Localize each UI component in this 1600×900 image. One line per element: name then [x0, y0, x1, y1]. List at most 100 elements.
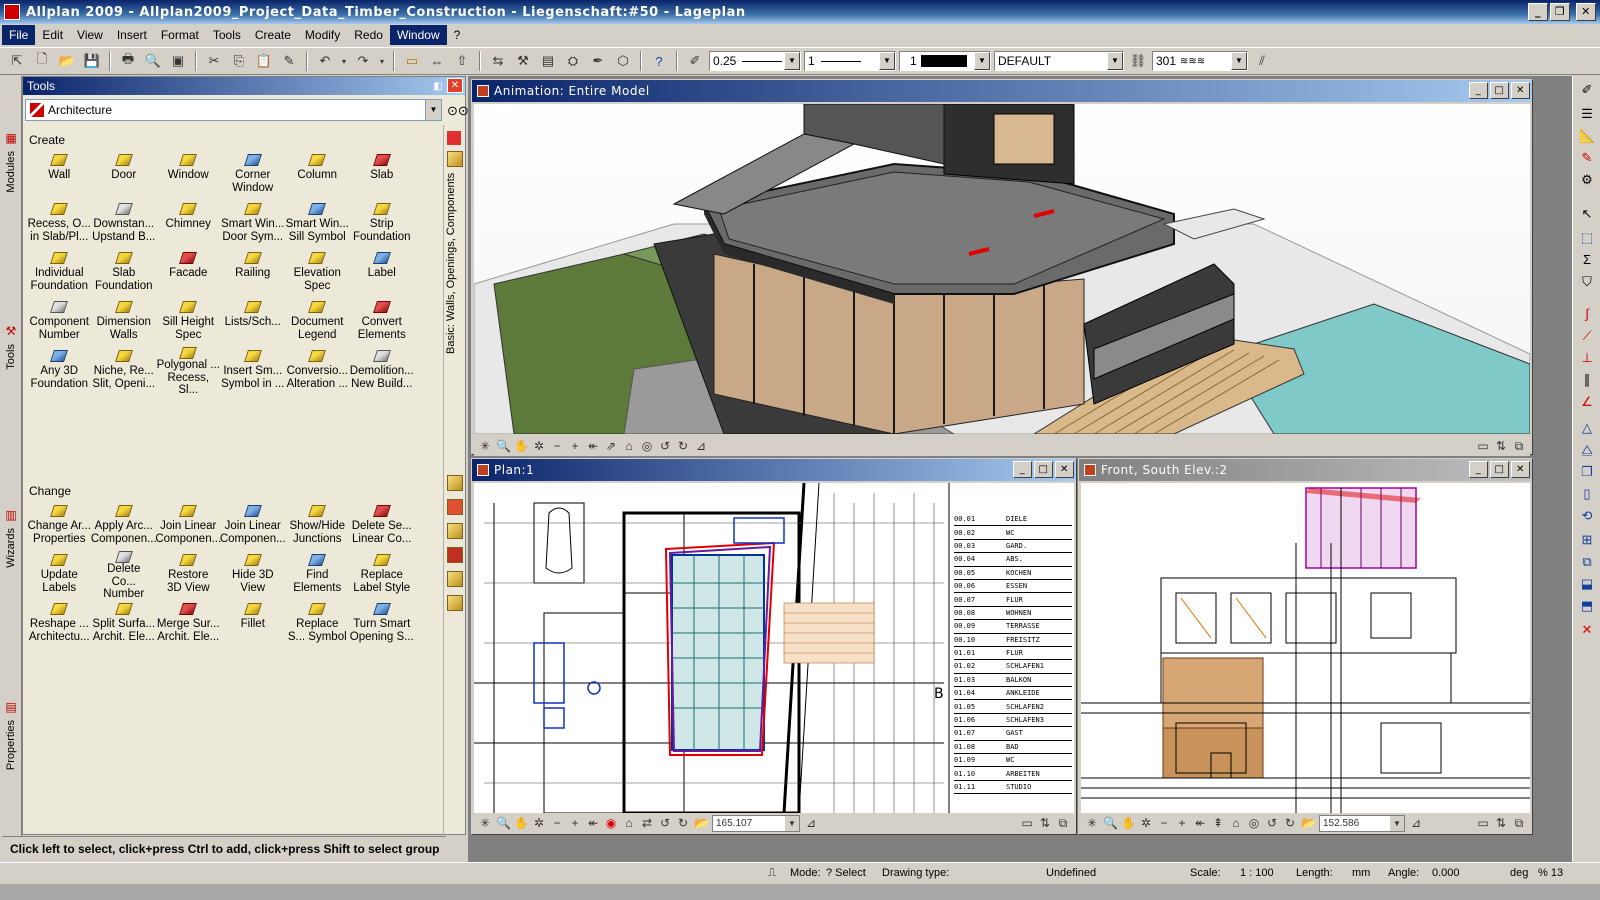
plan-window-titlebar[interactable]: Plan:1 _ □ ✕ [472, 459, 1076, 481]
module-select[interactable]: Architecture ▼ [25, 99, 442, 121]
view-layout-icon[interactable]: ▭ [1476, 816, 1490, 831]
category-roof-icon[interactable] [447, 499, 463, 515]
tool-reshape[interactable]: Reshape ... Architectu... [27, 600, 92, 647]
close-icon[interactable]: ✕ [447, 78, 463, 93]
line-type-select[interactable]: 1 ▼ [804, 51, 896, 71]
rotate-right-icon[interactable]: ↻ [676, 439, 690, 453]
category-walls-icon[interactable] [447, 151, 463, 167]
window-options-icon[interactable]: ⧉ [1512, 816, 1526, 831]
binoculars-icon[interactable]: ⊙⊙ [447, 103, 469, 119]
pen-icon[interactable]: ✒ [587, 50, 609, 72]
print-icon[interactable]: 🖶 [117, 50, 139, 72]
zoom-icon[interactable]: 🔍 [496, 439, 511, 453]
parallel-icon[interactable]: ∥ [1579, 372, 1595, 388]
house-view-icon[interactable]: ⌂ [622, 816, 636, 830]
pattern-select[interactable]: 301 ≋≋≋ ▼ [1152, 51, 1248, 71]
tool-facade[interactable]: Facade [156, 249, 221, 296]
tool-slab[interactable]: Slab [350, 151, 415, 198]
eyedropper-icon[interactable]: ✐ [684, 50, 706, 72]
ruler-icon[interactable]: 📐 [1579, 128, 1595, 144]
drawing-type-value[interactable]: Undefined [1046, 867, 1096, 879]
menu-insert[interactable]: Insert [110, 25, 154, 45]
plot-icon[interactable]: ⛭ [562, 50, 584, 72]
menu-modify[interactable]: Modify [298, 25, 347, 45]
module-icon[interactable]: ⇆ [487, 50, 509, 72]
maximize-button[interactable]: □ [1490, 461, 1509, 478]
move-icon[interactable]: ▯ [1579, 486, 1595, 502]
layer-select[interactable]: DEFAULT ▼ [994, 51, 1124, 71]
help-icon[interactable]: ? [648, 50, 670, 72]
tool-any-3d-foundation[interactable]: Any 3D Foundation [27, 347, 92, 394]
tool-smart-window-door[interactable]: Smart Win... Door Sym... [221, 200, 286, 247]
tool-join-linear-2[interactable]: Join Linear Componen... [220, 502, 286, 549]
tool-window[interactable]: Window [156, 151, 221, 198]
zoom-icon[interactable]: 🔍 [496, 816, 511, 830]
tool-find-elements[interactable]: Find Elements [285, 551, 350, 598]
select-arrow-icon[interactable]: ↖ [1579, 206, 1595, 222]
minimize-button[interactable]: _ [1469, 82, 1488, 99]
tool-join-linear[interactable]: Join Linear Componen... [155, 502, 221, 549]
rotate-left-icon[interactable]: ↺ [1265, 816, 1279, 830]
mirror-icon[interactable]: ⧋ [1579, 442, 1595, 458]
tool-recess[interactable]: Recess, O... in Slab/Pl... [27, 200, 92, 247]
zoom-in-icon[interactable]: + [568, 439, 582, 453]
menu-view[interactable]: View [70, 25, 110, 45]
menu-format[interactable]: Format [154, 25, 206, 45]
layer-icon[interactable]: ▤ [537, 50, 559, 72]
save-icon[interactable]: 💾 [81, 50, 103, 72]
rotate-left-icon[interactable]: ↺ [658, 439, 672, 453]
tool-fillet[interactable]: Fillet [221, 600, 286, 647]
tab-modules[interactable]: ▦ Modules [1, 131, 21, 193]
tool-smart-window-sill[interactable]: Smart Win... Sill Symbol [285, 200, 350, 247]
zoom-out-icon[interactable]: − [550, 439, 564, 453]
format-properties-icon[interactable]: ⫽ [1251, 50, 1273, 72]
tool-update-labels[interactable]: Update Labels [27, 551, 92, 598]
navigate-icon[interactable]: ⇗ [604, 439, 618, 453]
length-value[interactable]: mm [1352, 867, 1370, 879]
select-area-icon[interactable]: ⬚ [1579, 230, 1595, 246]
pan-icon[interactable]: ✋ [1121, 816, 1136, 830]
menu-file[interactable]: File [2, 25, 36, 45]
draw-icon[interactable]: ⟋ [1579, 328, 1595, 344]
category-rooms-icon[interactable] [447, 547, 463, 563]
tool-niche[interactable]: Niche, Re... Slit, Openi... [92, 347, 157, 394]
tool-document-legend[interactable]: Document Legend [285, 298, 350, 345]
close-button[interactable]: ✕ [1576, 3, 1596, 21]
offset-icon[interactable]: ⬓ [1579, 576, 1595, 592]
front-elevation-window[interactable]: Front, South Elev.:2 _ □ ✕ ✳ 🔍 ✋ ✲ − + ↞… [1078, 458, 1533, 835]
tool-split-surface[interactable]: Split Surfa... Archit. Ele... [92, 600, 157, 647]
regenerate-icon[interactable]: ✲ [1139, 816, 1153, 830]
window-options-icon[interactable]: ⧉ [1512, 439, 1526, 454]
tool-insert-smart-symbol[interactable]: Insert Sm... Symbol in ... [221, 347, 286, 394]
open-view-icon[interactable]: 📂 [694, 816, 709, 830]
tool-replace-label-style[interactable]: Replace Label Style [350, 551, 415, 598]
house-view-icon[interactable]: ⌂ [622, 439, 636, 453]
regenerate-icon[interactable]: ✲ [532, 439, 546, 453]
eyedropper-icon[interactable]: ✐ [1579, 82, 1595, 98]
sum-icon[interactable]: Σ [1579, 252, 1595, 268]
tool-hide-3d[interactable]: Hide 3D View [221, 551, 286, 598]
tool-select-icon[interactable]: ⇱ [6, 50, 28, 72]
category-misc-icon[interactable] [447, 571, 463, 587]
tool-show-hide-junctions[interactable]: Show/Hide Junctions [285, 502, 350, 549]
scale-icon[interactable]: ⊞ [1579, 532, 1595, 548]
tool-restore-3d[interactable]: Restore 3D View [156, 551, 221, 598]
undo-dropdown-icon[interactable]: ▾ [339, 50, 349, 72]
paste-icon[interactable]: 📋 [253, 50, 275, 72]
pan-icon[interactable]: ✋ [514, 816, 529, 830]
restore-button[interactable]: ❐ [1550, 3, 1570, 21]
dimension-icon[interactable]: ⊥ [1579, 350, 1595, 366]
tool-conversion-alteration[interactable]: Conversio... Alteration ... [285, 347, 350, 394]
redo-dropdown-icon[interactable]: ▾ [377, 50, 387, 72]
tool-change-properties[interactable]: Change Ar... Properties [27, 502, 92, 549]
regenerate-icon[interactable]: ✲ [532, 816, 546, 830]
tool-elevation-spec[interactable]: Elevation Spec [285, 249, 350, 296]
zoom-out-icon[interactable]: − [1157, 816, 1171, 830]
front-zoom-select[interactable]: 152.586 ▼ [1319, 814, 1405, 832]
tab-tools[interactable]: ⚒ Tools [1, 324, 21, 370]
previous-view-icon[interactable]: ↞ [586, 439, 600, 453]
front-window-titlebar[interactable]: Front, South Elev.:2 _ □ ✕ [1079, 459, 1532, 481]
stretch-icon[interactable]: ⧉ [1579, 554, 1595, 570]
tool-demolition[interactable]: Demolition... New Build... [350, 347, 415, 394]
tool-apply-arch[interactable]: Apply Arc... Componen... [91, 502, 157, 549]
